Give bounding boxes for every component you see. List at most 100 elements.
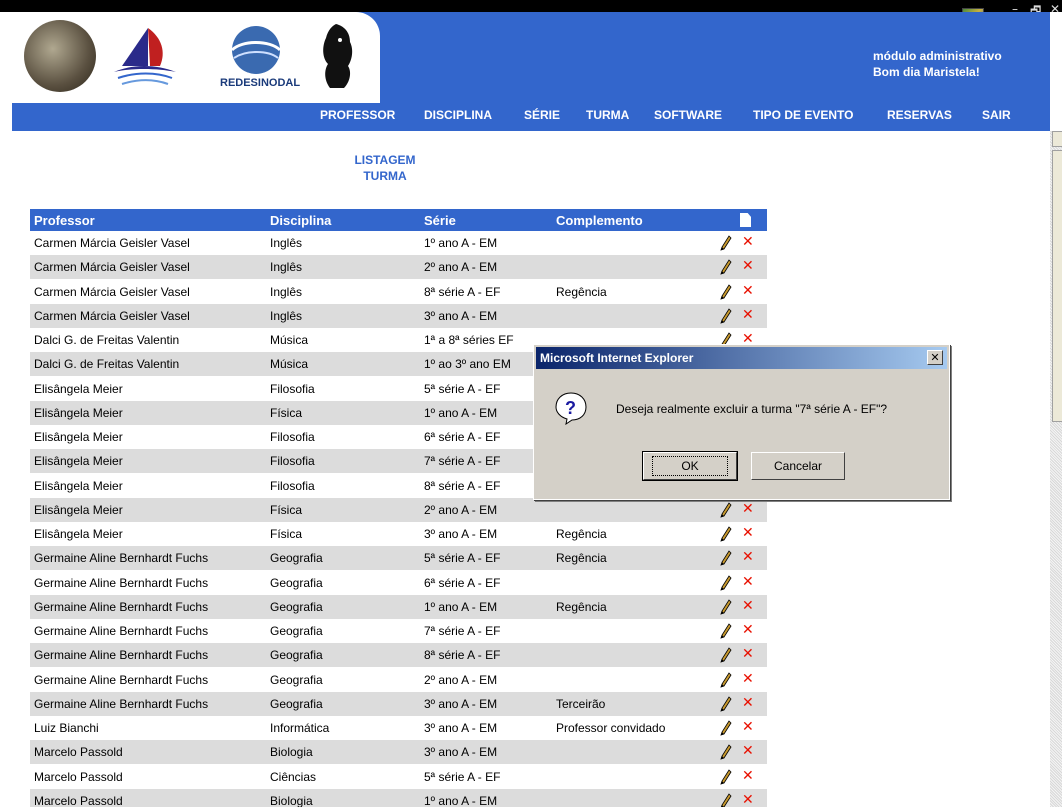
- pencil-icon[interactable]: [720, 550, 732, 566]
- cell-disciplina: Informática: [270, 721, 330, 735]
- pencil-icon[interactable]: [720, 696, 732, 712]
- window-top-strip: [0, 0, 1062, 12]
- new-record-icon[interactable]: [740, 213, 751, 227]
- redesinodal-text: REDESINODAL: [220, 77, 300, 89]
- cell-serie: 2º ano A - EM: [424, 260, 498, 275]
- cell-disciplina: Biologia: [270, 745, 313, 760]
- cell-serie: 5ª série A - EF: [424, 769, 501, 784]
- confirm-dialog: Microsoft Internet Explorer ✕ ? Deseja r…: [533, 344, 950, 500]
- header-disciplina[interactable]: Disciplina: [270, 213, 331, 228]
- delete-x-icon[interactable]: ✕: [742, 598, 754, 614]
- delete-x-icon[interactable]: ✕: [742, 501, 754, 517]
- nav-tipo-de-evento[interactable]: TIPO DE EVENTO: [753, 108, 853, 122]
- cell-disciplina: Filosofia: [270, 430, 315, 444]
- table-header: Professor Disciplina Série Complemento: [30, 209, 767, 231]
- nav-disciplina[interactable]: DISCIPLINA: [424, 108, 492, 122]
- table-row: Elisângela Meier Física 3º ano A - EM Regên…: [30, 522, 767, 546]
- cell-professor: Marcelo Passold: [34, 793, 123, 807]
- delete-x-icon[interactable]: ✕: [742, 671, 754, 687]
- page-title: LISTAGEM TURMA: [300, 152, 470, 184]
- cell-professor: Germaine Aline Bernhardt Fuchs: [34, 551, 209, 566]
- delete-x-icon[interactable]: ✕: [742, 234, 754, 250]
- cell-disciplina: Geografia: [270, 696, 323, 711]
- cell-disciplina: Biologia: [270, 793, 313, 807]
- cell-complemento: Terceirão: [556, 696, 606, 711]
- pencil-icon[interactable]: [720, 308, 732, 324]
- pencil-icon[interactable]: [720, 259, 732, 275]
- table-row: Carmen Márcia Geisler Vasel Inglês 3º ano …: [30, 303, 767, 328]
- pencil-icon[interactable]: [720, 744, 732, 760]
- delete-x-icon[interactable]: ✕: [742, 574, 754, 590]
- dialog-titlebar[interactable]: Microsoft Internet Explorer ✕: [536, 347, 947, 369]
- nav-serie[interactable]: SÉRIE: [524, 108, 560, 122]
- cell-disciplina: Geografia: [270, 624, 323, 638]
- cell-complemento: Regência: [556, 527, 607, 541]
- nav-professor[interactable]: PROFESSOR: [320, 108, 395, 122]
- cell-disciplina: Filosofia: [270, 381, 315, 396]
- delete-x-icon[interactable]: ✕: [742, 719, 754, 735]
- pencil-icon[interactable]: [720, 768, 732, 785]
- table-row: Marcelo Passold Ciências 5ª série A - EF ✕: [30, 764, 767, 789]
- pencil-icon[interactable]: [720, 574, 732, 591]
- cell-professor: Marcelo Passold: [34, 769, 123, 784]
- ok-button-label: OK: [652, 456, 728, 476]
- delete-x-icon[interactable]: ✕: [742, 525, 754, 541]
- nav-sair[interactable]: SAIR: [982, 108, 1011, 122]
- header-complemento[interactable]: Complemento: [556, 213, 643, 228]
- cell-professor: Germaine Aline Bernhardt Fuchs: [34, 624, 209, 638]
- pencil-icon[interactable]: [720, 671, 732, 688]
- cell-professor: Dalci G. de Freitas Valentin: [34, 357, 180, 372]
- cell-professor: Germaine Aline Bernhardt Fuchs: [34, 648, 209, 663]
- header-serie[interactable]: Série: [424, 213, 456, 228]
- cell-serie: 3º ano A - EM: [424, 721, 498, 735]
- header-professor[interactable]: Professor: [34, 213, 95, 228]
- scrollbar-thumb[interactable]: [1052, 150, 1062, 422]
- pencil-icon[interactable]: [720, 793, 732, 807]
- close-window-icon[interactable]: ✕: [1050, 2, 1060, 16]
- pencil-icon[interactable]: [720, 502, 732, 518]
- cell-serie: 8ª série A - EF: [424, 648, 501, 663]
- cell-complemento: Regência: [556, 599, 607, 614]
- table-row: Elisângela Meier Física 2º ano A - EM ✕: [30, 497, 767, 522]
- cell-serie: 5ª série A - EF: [424, 381, 501, 396]
- delete-x-icon[interactable]: ✕: [742, 549, 754, 565]
- pencil-icon[interactable]: [720, 283, 732, 300]
- delete-x-icon[interactable]: ✕: [742, 646, 754, 662]
- delete-x-icon[interactable]: ✕: [742, 307, 754, 323]
- cell-professor: Germaine Aline Bernhardt Fuchs: [34, 599, 209, 614]
- delete-x-icon[interactable]: ✕: [742, 283, 754, 299]
- cell-complemento: Regência: [556, 551, 607, 566]
- cell-serie: 3º ano A - EM: [424, 308, 498, 323]
- pencil-icon[interactable]: [720, 720, 732, 736]
- delete-x-icon[interactable]: ✕: [742, 768, 754, 784]
- pencil-icon[interactable]: [720, 647, 732, 663]
- cancel-button[interactable]: Cancelar: [751, 452, 845, 480]
- cell-disciplina: Geografia: [270, 648, 323, 663]
- header-info: módulo administrativo Bom dia Maristela!: [873, 48, 1002, 80]
- pencil-icon[interactable]: [720, 623, 732, 639]
- delete-x-icon[interactable]: ✕: [742, 695, 754, 711]
- pencil-icon[interactable]: [720, 526, 732, 542]
- cell-disciplina: Inglês: [270, 284, 303, 299]
- cell-serie: 1º ano A - EM: [424, 405, 498, 420]
- cell-serie: 2º ano A - EM: [424, 502, 498, 517]
- scroll-up-arrow[interactable]: [1052, 131, 1062, 147]
- ok-button[interactable]: OK: [642, 451, 738, 481]
- nav-software[interactable]: SOFTWARE: [654, 108, 722, 122]
- nav-turma[interactable]: TURMA: [586, 108, 629, 122]
- delete-x-icon[interactable]: ✕: [742, 622, 754, 638]
- delete-x-icon[interactable]: ✕: [742, 743, 754, 759]
- dialog-close-icon[interactable]: ✕: [927, 350, 943, 365]
- redesinodal-logo: REDESINODAL: [220, 26, 300, 89]
- nav-reservas[interactable]: RESERVAS: [887, 108, 952, 122]
- pencil-icon[interactable]: [720, 235, 732, 251]
- table-row: Carmen Márcia Geisler Vasel Inglês 2º ano …: [30, 255, 767, 280]
- cell-disciplina: Física: [270, 405, 303, 420]
- cell-professor: Luiz Bianchi: [34, 721, 99, 735]
- table-row: Marcelo Passold Biologia 1º ano A - EM ✕: [30, 788, 767, 807]
- cell-disciplina: Inglês: [270, 236, 303, 250]
- delete-x-icon[interactable]: ✕: [742, 792, 754, 807]
- delete-x-icon[interactable]: ✕: [742, 258, 754, 274]
- cell-professor: Carmen Márcia Geisler Vasel: [34, 308, 190, 323]
- pencil-icon[interactable]: [720, 599, 732, 615]
